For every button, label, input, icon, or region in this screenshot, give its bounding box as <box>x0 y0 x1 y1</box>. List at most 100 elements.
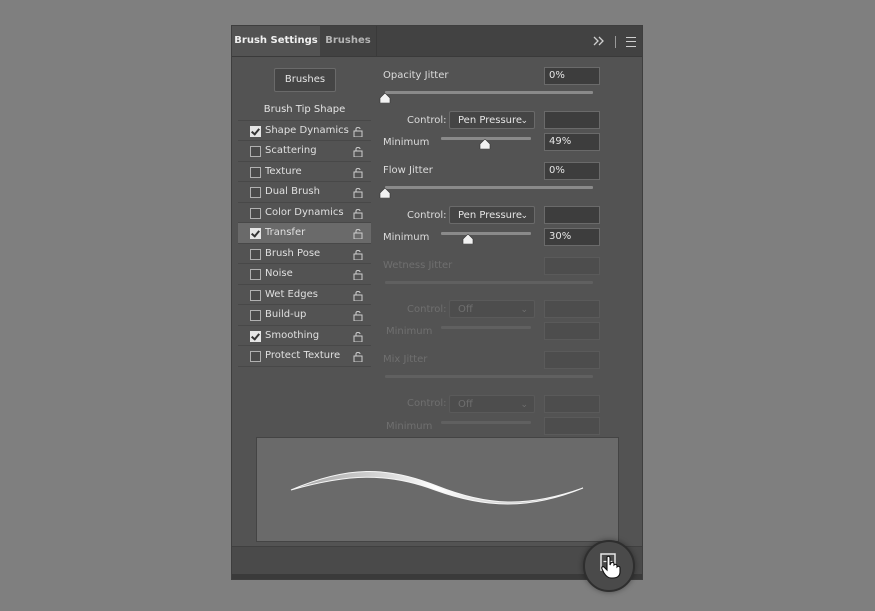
flow-control-value: Pen Pressure <box>458 210 523 221</box>
brush-option-label: Noise <box>265 268 293 279</box>
chevron-down-icon: ⌄ <box>520 305 528 315</box>
opacity-control-value: Pen Pressure <box>458 115 523 126</box>
lock-icon[interactable] <box>353 330 363 342</box>
wetness-jitter-field <box>544 257 600 275</box>
panel-resize-handle[interactable] <box>232 574 642 579</box>
flow-jitter-label: Flow Jitter <box>383 165 433 176</box>
flow-minimum-field[interactable]: 30% <box>544 228 600 246</box>
mix-jitter-field <box>544 351 600 369</box>
lock-icon[interactable] <box>353 289 363 301</box>
mix-control-value: Off <box>458 399 473 410</box>
opacity-control-dropdown[interactable]: Pen Pressure ⌄ <box>449 111 535 129</box>
lock-icon[interactable] <box>353 145 363 158</box>
opacity-minimum-label: Minimum <box>383 137 430 148</box>
mix-control-dropdown: Off ⌄ <box>449 395 535 413</box>
checkbox[interactable] <box>250 289 261 301</box>
brush-option-label: Smoothing <box>265 329 320 341</box>
checkbox[interactable] <box>250 146 261 157</box>
brush-option-color-dynamics[interactable]: Color Dynamics <box>238 203 371 223</box>
lock-icon[interactable] <box>353 248 363 260</box>
brush-option-texture[interactable]: Texture <box>238 162 371 182</box>
brush-option-label: Brush Pose <box>265 247 321 259</box>
flow-jitter-slider[interactable] <box>385 186 593 189</box>
checkbox[interactable] <box>250 351 261 362</box>
checkbox[interactable] <box>250 310 261 321</box>
opacity-jitter-field[interactable]: 0% <box>544 67 600 85</box>
toolbar-divider <box>615 35 617 48</box>
brush-option-protect-texture[interactable]: Protect Texture <box>238 346 371 367</box>
wetness-minimum-label: Minimum <box>386 326 433 337</box>
lock-icon[interactable] <box>353 186 363 199</box>
checkbox[interactable] <box>250 248 261 260</box>
double-chevron-right-icon[interactable] <box>593 35 605 49</box>
brush-option-label: Scattering <box>265 145 317 156</box>
wetness-control-label: Control: <box>407 304 447 315</box>
lock-icon[interactable] <box>353 207 363 219</box>
lock-icon[interactable] <box>353 268 363 281</box>
chevron-down-icon: ⌄ <box>520 116 528 126</box>
opacity-jitter-slider[interactable] <box>385 91 593 94</box>
chevron-down-icon: ⌄ <box>520 211 528 221</box>
brush-option-wet-edges[interactable]: Wet Edges <box>238 285 371 305</box>
brush-option-smoothing[interactable]: Smoothing <box>238 326 371 346</box>
flow-control-aux-field <box>544 206 600 224</box>
brush-option-label: Texture <box>265 165 302 177</box>
mix-jitter-label: Mix Jitter <box>383 354 428 365</box>
lock-icon[interactable] <box>353 309 363 322</box>
checkbox[interactable] <box>250 228 261 239</box>
hand-cursor-icon <box>601 555 621 579</box>
checkbox[interactable] <box>250 125 261 137</box>
flow-minimum-slider[interactable] <box>441 232 531 235</box>
lock-icon[interactable] <box>353 125 363 137</box>
checkbox[interactable] <box>250 187 261 198</box>
lock-icon[interactable] <box>353 350 363 363</box>
wetness-jitter-slider <box>385 281 593 284</box>
lock-icon[interactable] <box>353 227 363 240</box>
panel-controls <box>593 34 636 48</box>
tab-brushes[interactable]: Brushes <box>320 26 377 56</box>
opacity-control-label: Control: <box>407 115 447 126</box>
mix-minimum-field <box>544 417 600 435</box>
brush-option-noise[interactable]: Noise <box>238 264 371 285</box>
tab-brush-settings[interactable]: Brush Settings <box>232 26 320 56</box>
opacity-control-aux-field <box>544 111 600 129</box>
brush-option-scattering[interactable]: Scattering <box>238 141 371 162</box>
chevron-down-icon: ⌄ <box>520 400 528 410</box>
brushes-button[interactable]: Brushes <box>274 68 336 92</box>
brush-options-list: Brush Tip Shape Shape Dynamics Scattering… <box>238 100 371 367</box>
mix-minimum-slider <box>441 421 531 424</box>
wetness-control-dropdown: Off ⌄ <box>449 300 535 318</box>
brush-option-label: Color Dynamics <box>265 206 344 218</box>
mix-control-aux-field <box>544 395 600 413</box>
wetness-control-value: Off <box>458 304 473 315</box>
brush-settings-panel: Brush Settings Brushes Brushes Brush Tip… <box>232 26 642 579</box>
hamburger-menu-icon[interactable] <box>626 36 636 47</box>
brush-option-dual-brush[interactable]: Dual Brush <box>238 182 371 203</box>
brush-option-brush-pose[interactable]: Brush Pose <box>238 244 371 264</box>
checkbox[interactable] <box>250 166 261 178</box>
brush-option-label: Wet Edges <box>265 288 318 300</box>
checkbox[interactable] <box>250 330 261 342</box>
wetness-minimum-slider <box>441 326 531 329</box>
tab-bar: Brush Settings Brushes <box>232 26 642 57</box>
brush-option-label: Transfer <box>265 227 306 238</box>
mix-jitter-slider <box>385 375 593 378</box>
flow-control-dropdown[interactable]: Pen Pressure ⌄ <box>449 206 535 224</box>
brush-option-build-up[interactable]: Build-up <box>238 305 371 326</box>
flow-minimum-label: Minimum <box>383 232 430 243</box>
brush-tip-shape-item[interactable]: Brush Tip Shape <box>238 100 371 121</box>
opacity-minimum-field[interactable]: 49% <box>544 133 600 151</box>
brush-option-transfer[interactable]: Transfer <box>238 223 371 244</box>
brush-option-shape-dynamics[interactable]: Shape Dynamics <box>238 121 371 141</box>
opacity-jitter-label: Opacity Jitter <box>383 70 449 81</box>
brush-option-label: Dual Brush <box>265 186 320 197</box>
brush-option-label: Shape Dynamics <box>265 124 349 136</box>
wetness-minimum-field <box>544 322 600 340</box>
checkbox[interactable] <box>250 269 261 280</box>
wetness-jitter-label: Wetness Jitter <box>383 260 453 271</box>
flow-jitter-field[interactable]: 0% <box>544 162 600 180</box>
brush-option-label: Protect Texture <box>265 350 341 361</box>
flow-control-label: Control: <box>407 210 447 221</box>
lock-icon[interactable] <box>353 166 363 178</box>
checkbox[interactable] <box>250 207 261 219</box>
